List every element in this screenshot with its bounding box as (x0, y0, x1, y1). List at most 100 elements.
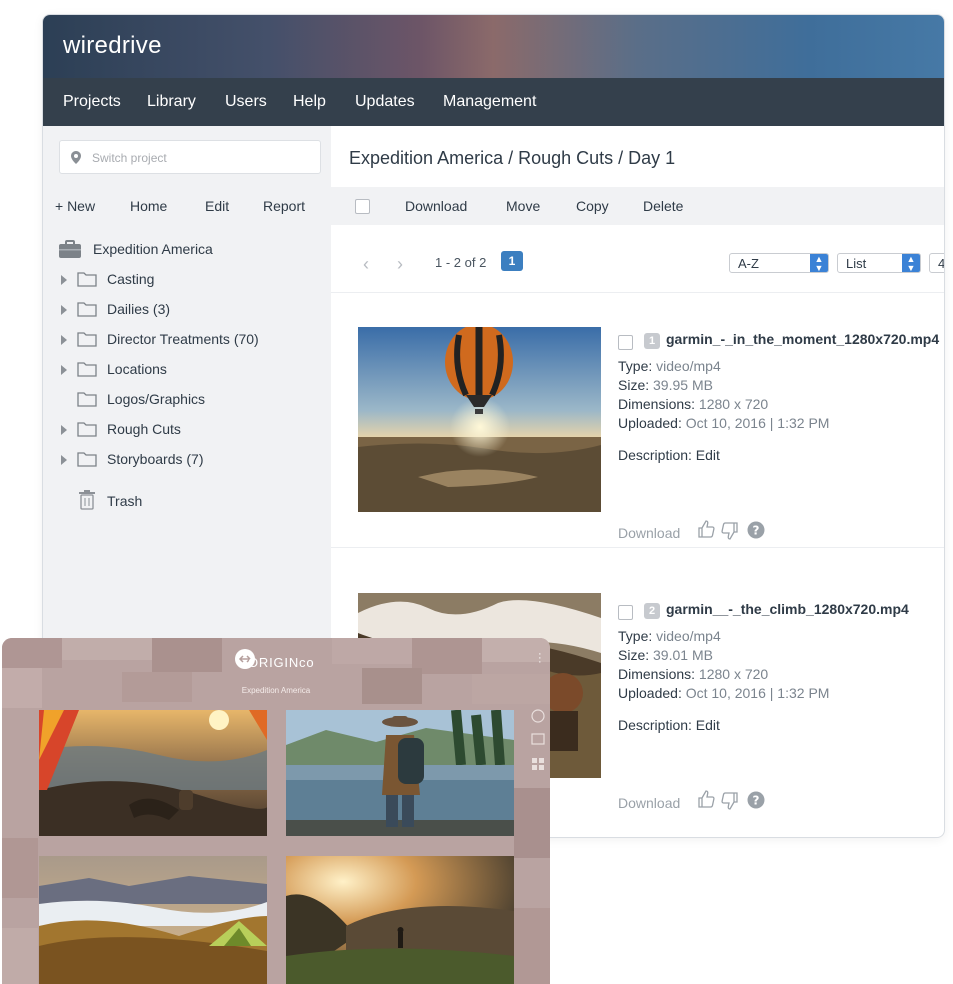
asset-description[interactable]: Description: Edit (618, 447, 720, 463)
tree-folder-dailies[interactable]: Dailies (3) (43, 296, 331, 322)
next-page-icon[interactable]: › (397, 254, 403, 275)
thumbs-up-icon[interactable] (697, 520, 715, 538)
tree-root[interactable]: Expedition America (43, 236, 331, 262)
asset-type-label: Type: (618, 358, 653, 374)
tree-folder-director-treatments[interactable]: Director Treatments (70) (43, 326, 331, 352)
sort-select[interactable]: A-Z ▲ ▼ (729, 253, 829, 273)
nav-library[interactable]: Library (147, 93, 196, 111)
nav-projects[interactable]: Projects (63, 93, 121, 111)
asset-uploaded-label: Uploaded: (618, 685, 682, 701)
folder-icon (77, 272, 97, 287)
breadcrumb: Expedition America / Rough Cuts / Day 1 (349, 148, 676, 168)
asset-uploaded-label: Uploaded: (618, 415, 682, 431)
asset-uploaded-value: Oct 10, 2016 | 1:32 PM (685, 685, 830, 701)
photo-hiker-valley[interactable] (286, 856, 514, 984)
expand-arrow-icon[interactable] (61, 335, 67, 345)
tent-mountain-image (39, 856, 267, 984)
expand-arrow-icon[interactable] (61, 365, 67, 375)
asset-download-link[interactable]: Download (618, 795, 680, 811)
tent-sunset-image (39, 710, 267, 836)
select-arrows-icon: ▲ ▼ (810, 254, 828, 273)
asset-description[interactable]: Description: Edit (618, 717, 720, 733)
question-icon[interactable]: ? (747, 791, 765, 809)
expand-arrow-icon[interactable] (61, 425, 67, 435)
asset-checkbox[interactable] (618, 605, 633, 620)
expand-arrow-icon[interactable] (61, 305, 67, 315)
asset-size-value: 39.95 MB (653, 377, 713, 393)
move-button[interactable]: Move (506, 198, 540, 214)
asset-size-row: Size: 39.95 MB (618, 377, 713, 393)
asset-index-badge: 2 (644, 603, 660, 619)
folder-icon (77, 392, 97, 407)
trash-icon (79, 490, 95, 510)
asset-index-badge: 1 (644, 333, 660, 349)
tree-folder-locations[interactable]: Locations (43, 356, 331, 382)
expand-arrow-icon[interactable] (61, 455, 67, 465)
wiredrive-logo[interactable]: wiredrive (63, 32, 162, 60)
tree-folder-label: Logos/Graphics (107, 391, 206, 407)
asset-dimensions-label: Dimensions: (618, 396, 696, 412)
report-button[interactable]: Report (263, 198, 305, 214)
thumbs-down-icon[interactable] (721, 522, 739, 540)
overlay-side-icons[interactable] (530, 708, 546, 788)
copy-button[interactable]: Copy (576, 198, 609, 214)
download-button[interactable]: Download (405, 198, 467, 214)
new-button[interactable]: + New (55, 198, 95, 214)
more-options-icon[interactable]: · · · (538, 649, 542, 668)
result-count: 1 - 2 of 2 (435, 255, 487, 270)
thumbs-down-icon[interactable] (721, 792, 739, 810)
tree-trash[interactable]: Trash (43, 488, 331, 514)
view-select[interactable]: List ▲ ▼ (837, 253, 921, 273)
prev-page-icon[interactable]: ‹ (363, 254, 369, 275)
asset-dimensions-value: 1280 x 720 (698, 396, 769, 412)
tree-folder-logos-graphics[interactable]: Logos/Graphics (43, 386, 331, 412)
nav-help[interactable]: Help (293, 93, 326, 111)
switch-project-search[interactable] (59, 140, 321, 174)
tree-folder-label: Casting (107, 271, 155, 287)
briefcase-icon (59, 240, 81, 258)
page-number-button[interactable]: 1 (501, 251, 523, 271)
per-page-select[interactable]: 4 (929, 253, 944, 273)
view-select-value: List (846, 256, 867, 271)
select-all-checkbox[interactable] (355, 199, 370, 214)
edit-button[interactable]: Edit (205, 198, 229, 214)
nav-updates[interactable]: Updates (355, 93, 415, 111)
origin-logo-text: ORIGINco (248, 655, 315, 670)
asset-uploaded-row: Uploaded: Oct 10, 2016 | 1:32 PM (618, 415, 829, 431)
tree-folder-storyboards[interactable]: Storyboards (7) (43, 446, 331, 472)
main-nav: Projects Library Users Help Updates Mana… (43, 78, 944, 126)
tree-folder-casting[interactable]: Casting (43, 266, 331, 292)
asset-download-link[interactable]: Download (618, 525, 680, 541)
home-button[interactable]: Home (130, 198, 167, 214)
folder-icon (77, 332, 97, 347)
tree-trash-label: Trash (107, 493, 143, 509)
photo-hiker-lake[interactable] (286, 710, 514, 836)
asset-uploaded-row: Uploaded: Oct 10, 2016 | 1:32 PM (618, 685, 829, 701)
asset-dimensions-row: Dimensions: 1280 x 720 (618, 666, 768, 682)
nav-users[interactable]: Users (225, 93, 267, 111)
folder-icon (77, 422, 97, 437)
origin-presentation-window: ORIGINco Expedition America · · · (2, 638, 550, 984)
tree-folder-label: Director Treatments (70) (107, 331, 259, 347)
balloon-thumbnail[interactable] (358, 327, 601, 512)
thumbs-up-icon[interactable] (697, 790, 715, 808)
delete-button[interactable]: Delete (643, 198, 683, 214)
asset-filename[interactable]: garmin__-_the_climb_1280x720.mp4 (666, 601, 909, 617)
asset-filename[interactable]: garmin_-_in_the_moment_1280x720.mp4 (666, 331, 939, 347)
nav-management[interactable]: Management (443, 93, 536, 111)
photo-tent-mountain[interactable] (39, 856, 267, 984)
photo-tent-sunset[interactable] (39, 710, 267, 836)
tree-folder-label: Storyboards (7) (107, 451, 204, 467)
question-icon[interactable]: ? (747, 521, 765, 539)
sort-select-value: A-Z (738, 256, 759, 271)
asset-checkbox[interactable] (618, 335, 633, 350)
tree-folder-rough-cuts[interactable]: Rough Cuts (43, 416, 331, 442)
expand-arrow-icon[interactable] (61, 275, 67, 285)
brand-bar: wiredrive (43, 15, 944, 78)
asset-type-label: Type: (618, 628, 653, 644)
folder-icon (77, 362, 97, 377)
asset-size-row: Size: 39.01 MB (618, 647, 713, 663)
asset-uploaded-value: Oct 10, 2016 | 1:32 PM (685, 415, 830, 431)
switch-project-input[interactable] (90, 148, 314, 168)
asset-dimensions-value: 1280 x 720 (698, 666, 769, 682)
